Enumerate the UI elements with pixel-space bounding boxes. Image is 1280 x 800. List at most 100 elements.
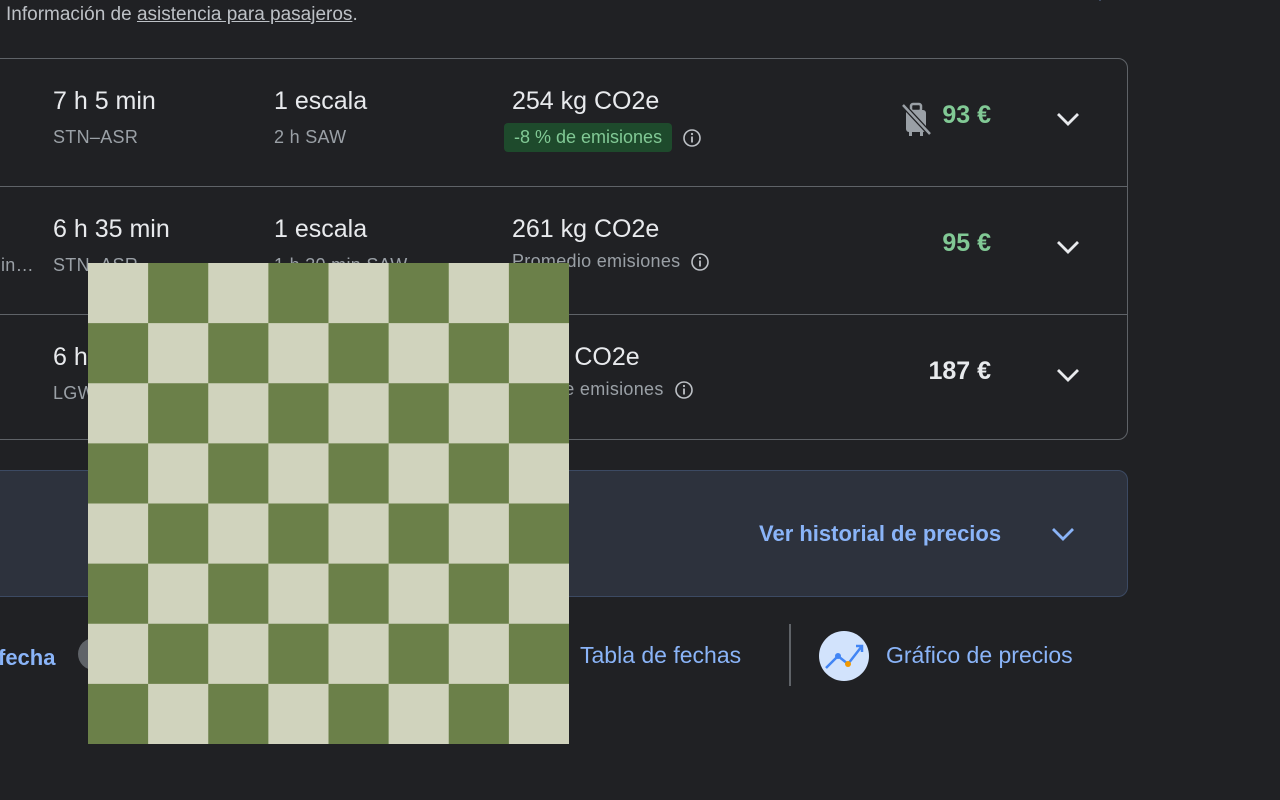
- checker-square: [268, 623, 329, 685]
- flight-row[interactable]: 7 h 5 min STN–ASR 1 escala 2 h SAW 254 k…: [0, 59, 1127, 186]
- checker-square: [328, 383, 390, 444]
- checker-square: [388, 443, 450, 504]
- checker-square: [388, 263, 450, 324]
- checker-square: [148, 503, 209, 565]
- checker-square: [448, 683, 510, 744]
- checker-square: [148, 563, 209, 625]
- checker-square: [508, 503, 569, 565]
- price-history-link[interactable]: Ver historial de precios: [759, 521, 1001, 547]
- emissions-badge: -8 % de emisiones: [504, 123, 673, 152]
- checker-square: [208, 683, 269, 744]
- note-prefix: Información de: [6, 4, 137, 25]
- checker-square: [448, 443, 510, 504]
- flight-stops: 1 escala: [274, 87, 368, 115]
- checker-square: [448, 263, 510, 324]
- checker-square: [448, 623, 510, 685]
- chevron-down-icon[interactable]: [1053, 237, 1083, 259]
- chevron-down-icon[interactable]: [1090, 0, 1110, 4]
- checker-square: [88, 623, 149, 685]
- co2-emissions: 261 kg CO2e: [512, 215, 660, 243]
- checker-square: [148, 683, 209, 744]
- checker-square: [208, 443, 269, 504]
- checker-square: [88, 443, 149, 504]
- checker-square: [268, 263, 329, 324]
- checker-square: [388, 503, 450, 565]
- checker-square: [208, 503, 269, 565]
- chevron-down-icon[interactable]: [1053, 109, 1083, 131]
- checker-square: [148, 443, 209, 504]
- passenger-assistance-link[interactable]: asistencia para pasajeros: [137, 4, 352, 25]
- checker-square: [328, 503, 390, 565]
- checker-square: [388, 323, 450, 384]
- checker-square: [268, 503, 329, 565]
- flight-price: 187 €: [928, 357, 991, 385]
- checker-square: [148, 263, 209, 324]
- flight-price: 95 €: [942, 229, 991, 257]
- checker-square: [448, 563, 510, 625]
- checker-square: [508, 623, 569, 685]
- divider: [789, 624, 791, 686]
- checker-square: [88, 323, 149, 384]
- checker-square: [328, 563, 390, 625]
- no-carry-on-bag-icon: [899, 101, 933, 137]
- checker-square: [508, 383, 569, 444]
- emissions-label: de emisiones: [554, 379, 664, 399]
- checker-square: [268, 683, 329, 744]
- checker-square: [208, 563, 269, 625]
- checker-square: [328, 323, 390, 384]
- flight-stops: 1 escala: [274, 215, 368, 243]
- checker-square: [448, 383, 510, 444]
- checker-square: [208, 263, 269, 324]
- checker-square: [328, 263, 390, 324]
- flight-duration: 6 h: [53, 343, 88, 371]
- checker-square: [328, 623, 390, 685]
- checker-square: [88, 503, 149, 565]
- flight-duration: 7 h 5 min: [53, 87, 156, 115]
- checker-square: [328, 683, 390, 744]
- checker-square: [448, 323, 510, 384]
- checker-square: [148, 623, 209, 685]
- checker-square: [88, 563, 149, 625]
- checker-square: [88, 683, 149, 744]
- checkerboard-overlay: [88, 263, 569, 744]
- flight-route: STN–ASR: [53, 127, 139, 147]
- info-icon[interactable]: [690, 252, 710, 272]
- flight-duration: 6 h 35 min: [53, 215, 170, 243]
- checker-square: [388, 563, 450, 625]
- airline-name-truncated: in…: [1, 255, 34, 275]
- checker-square: [268, 383, 329, 444]
- info-icon[interactable]: [682, 128, 702, 148]
- passenger-assistance-note: Información de asistencia para pasajeros…: [6, 4, 358, 26]
- checker-square: [508, 263, 569, 324]
- checker-square: [148, 383, 209, 444]
- checker-square: [208, 383, 269, 444]
- checker-square: [88, 383, 149, 444]
- checker-square: [508, 443, 569, 504]
- checker-square: [328, 443, 390, 504]
- checker-square: [448, 503, 510, 565]
- emissions-info: -8 % de emisiones: [504, 123, 702, 152]
- info-icon[interactable]: [674, 380, 694, 400]
- checker-square: [88, 263, 149, 324]
- checker-square: [388, 623, 450, 685]
- checker-square: [388, 383, 450, 444]
- date-grid-button[interactable]: Tabla de fechas: [580, 642, 741, 669]
- checker-square: [208, 323, 269, 384]
- checker-square: [208, 623, 269, 685]
- chevron-down-icon[interactable]: [1053, 365, 1083, 387]
- stop-info: 2 h SAW: [274, 127, 347, 147]
- co2-emissions: 254 kg CO2e: [512, 87, 660, 115]
- price-graph-icon[interactable]: [818, 630, 870, 682]
- price-graph-button[interactable]: Gráfico de precios: [886, 642, 1073, 669]
- checker-square: [508, 683, 569, 744]
- emissions-info: de emisiones: [554, 379, 694, 400]
- checker-square: [508, 563, 569, 625]
- date-option-link[interactable]: fecha: [0, 645, 55, 671]
- checker-square: [268, 323, 329, 384]
- checker-square: [268, 443, 329, 504]
- checkerboard-image: [88, 263, 569, 744]
- chevron-down-icon[interactable]: [1049, 525, 1077, 545]
- note-suffix: .: [352, 4, 358, 25]
- checker-square: [148, 323, 209, 384]
- checker-square: [508, 323, 569, 384]
